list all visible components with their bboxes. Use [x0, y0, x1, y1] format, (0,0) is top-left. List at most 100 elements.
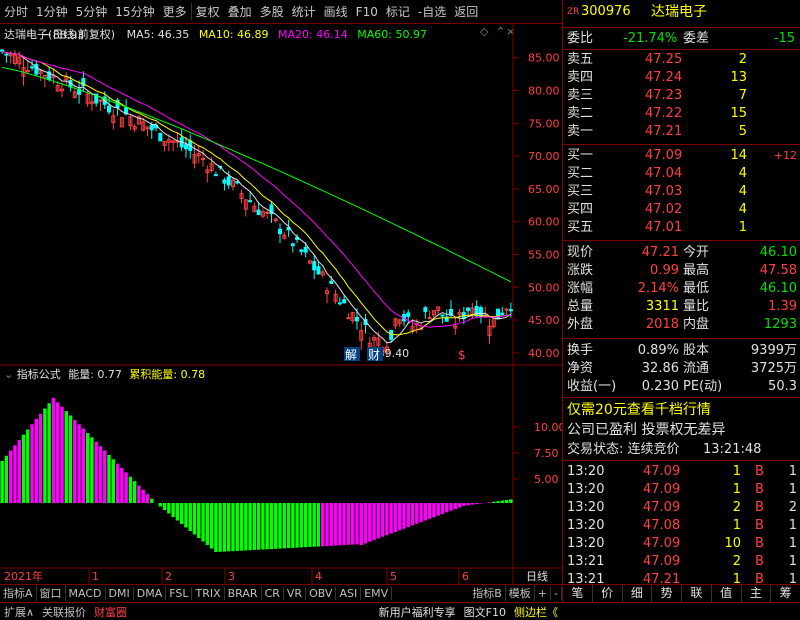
stat-row: 总量 3311 量比 1.39	[563, 297, 800, 317]
stat2-row: 净资 32.86 流通 3725万	[563, 359, 800, 379]
event-marker-mark2[interactable]: 财	[368, 348, 380, 362]
candle-body	[0, 49, 5, 52]
indicator-tab-5[interactable]: FSL	[166, 586, 193, 600]
toolbar-item-12[interactable]: -自选	[414, 3, 450, 20]
indicator-tick: 7.50	[534, 447, 559, 460]
detail-tab-3[interactable]: 势	[652, 585, 682, 602]
toolbar-item-11[interactable]: 标记	[382, 3, 414, 20]
toolbar-item-3[interactable]: 15分钟	[111, 3, 158, 20]
tick-time: 13:20	[567, 464, 605, 479]
bottom-right-item-2[interactable]: 侧边栏《	[510, 604, 562, 620]
price-tick: 45.00	[528, 314, 560, 327]
candle-body	[504, 308, 509, 311]
bottom-right-item-1[interactable]: 图文F10	[460, 604, 510, 620]
bottom-item-0[interactable]: 扩展∧	[0, 604, 38, 620]
tick-count: 1	[788, 464, 797, 479]
price-tick: 65.00	[528, 183, 560, 196]
indicator-tab-3[interactable]: DMI	[106, 586, 134, 600]
indicator-tab-11[interactable]: ASI	[336, 586, 362, 600]
tick-time: 13:20	[567, 518, 605, 533]
stat-value-b: 46.10	[759, 245, 797, 260]
candle-body	[312, 261, 317, 271]
indicator-tab-0[interactable]: 指标A	[0, 585, 37, 601]
buy-label: 买四	[567, 202, 594, 217]
tick-price: 47.09	[643, 554, 681, 569]
indicator-tab-4[interactable]: DMA	[134, 586, 167, 600]
detail-tab-1[interactable]: 价	[593, 585, 623, 602]
toolbar-item-9[interactable]: 画线	[320, 3, 352, 20]
detail-tab-4[interactable]: 联	[682, 585, 712, 602]
indicator-tab-12[interactable]: EMV	[361, 586, 393, 600]
buy-price: 47.09	[645, 148, 683, 163]
detail-tab-2[interactable]: 细	[623, 585, 653, 602]
event-marker-mark3[interactable]: $	[458, 348, 466, 362]
tick-volume: 1	[732, 464, 741, 479]
detail-tab-7[interactable]: 筹	[771, 585, 800, 602]
detail-tab-0[interactable]: 笔	[563, 585, 593, 602]
price-tick: 50.00	[528, 281, 560, 294]
x-month: 2	[165, 570, 172, 583]
indicator-tab-1[interactable]: 窗口	[37, 585, 66, 601]
tick-volume: 2	[732, 500, 741, 515]
indicator-tab-16[interactable]: -	[551, 586, 562, 600]
sell-row: 卖二 47.22 15	[563, 104, 800, 124]
bottom-item-2[interactable]: 财富圈	[90, 604, 131, 620]
stat-label: 涨跌	[567, 263, 594, 278]
toolbar-item-5[interactable]: 复权	[190, 3, 224, 20]
stat2-value-b: 3725万	[750, 361, 797, 376]
stock-name[interactable]: 达瑞电子	[651, 2, 707, 22]
chevron-down-icon[interactable]: ⌄	[4, 368, 13, 381]
toolbar-item-6[interactable]: 叠加	[224, 3, 256, 20]
toolbar-item-13[interactable]: 返回	[450, 3, 482, 20]
kline-chart[interactable]: 85.0080.0075.0070.0065.0060.0055.0050.00…	[0, 24, 562, 602]
indicator-tab-13[interactable]: 指标B	[469, 585, 506, 601]
tick-row: 13:21 47.09 2 B 1	[563, 552, 800, 572]
toolbar-item-8[interactable]: 统计	[288, 3, 320, 20]
stock-header: ZR 300976 达瑞电子	[563, 2, 800, 22]
event-marker-mark1[interactable]: 解	[345, 348, 357, 362]
indicator-tab-10[interactable]: OBV	[306, 586, 337, 600]
indicator-tab-9[interactable]: VR	[284, 586, 307, 600]
stock-code: 300976	[581, 4, 631, 19]
candle-body	[389, 330, 394, 340]
indicator-tab-2[interactable]: MACD	[66, 586, 106, 600]
promo-link[interactable]: 仅需20元查看千档行情	[567, 400, 711, 420]
tick-side: B	[755, 536, 764, 551]
buy-price: 47.02	[645, 202, 683, 217]
indicator-tick: 5.00	[534, 473, 559, 486]
tick-side: B	[755, 482, 764, 497]
indicator-name[interactable]: 指标公式	[17, 368, 61, 381]
toolbar-item-1[interactable]: 1分钟	[32, 3, 72, 20]
buy-row: 买三 47.03 4	[563, 182, 800, 202]
price-tick: 60.00	[528, 216, 560, 229]
candle-body	[107, 105, 112, 113]
toolbar-item-0[interactable]: 分时	[0, 3, 32, 20]
buy-label: 买一	[567, 148, 594, 163]
price-tick: 70.00	[528, 150, 560, 163]
sell-row: 卖四 47.24 13	[563, 68, 800, 88]
bottom-right-item-0[interactable]: 新用户福利专享	[375, 604, 460, 620]
buy-label: 买二	[567, 166, 594, 181]
indicator-tab-8[interactable]: CR	[262, 586, 284, 600]
bottom-item-1[interactable]: 关联报价	[38, 604, 90, 620]
detail-tab-6[interactable]: 主	[742, 585, 772, 602]
toolbar-item-2[interactable]: 5分钟	[72, 3, 112, 20]
buy-label: 买三	[567, 184, 594, 199]
toolbar-item-7[interactable]: 多股	[256, 3, 288, 20]
indicator-tab-15[interactable]: +	[535, 586, 552, 600]
detail-tab-5[interactable]: 值	[712, 585, 742, 602]
indicator-tab-6[interactable]: TRIX	[192, 586, 225, 600]
indicator-tab-7[interactable]: BRAR	[225, 586, 262, 600]
tick-side: B	[755, 518, 764, 533]
indicator-tab-14[interactable]: 模板	[506, 585, 535, 601]
sell-volume: 15	[730, 106, 747, 121]
toolbar-item-4[interactable]: 更多	[159, 3, 191, 20]
trade-state-row: 交易状态: 连续竞价 13:21:48	[563, 440, 800, 460]
stat2-row: 收益(一) 0.230 PE(动) 50.3	[563, 377, 800, 397]
stat-label-b: 量比	[683, 299, 710, 314]
stat-value: 2.14%	[637, 281, 679, 296]
candle-body	[500, 312, 505, 315]
x-month: 5	[390, 570, 397, 583]
tick-side: B	[755, 554, 764, 569]
toolbar-item-10[interactable]: F10	[352, 5, 382, 19]
